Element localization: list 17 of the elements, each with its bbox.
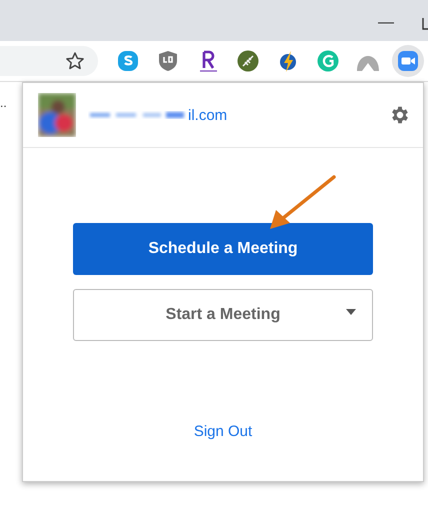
account-email: il.com <box>188 106 228 124</box>
schedule-meeting-button[interactable]: Schedule a Meeting <box>73 223 373 275</box>
pointer-arrow <box>268 175 338 231</box>
start-meeting-button[interactable]: Start a Meeting <box>73 289 373 341</box>
settings-icon[interactable] <box>389 104 411 126</box>
caret-icon <box>346 309 356 315</box>
skype-icon <box>116 49 140 73</box>
grammar-icon <box>316 49 340 73</box>
page-text: .. <box>0 96 7 110</box>
minimize-button[interactable]: — <box>378 14 394 32</box>
shield-icon <box>156 49 180 73</box>
restore-icon[interactable] <box>422 18 428 30</box>
zoom-extension-button[interactable] <box>392 45 424 77</box>
sign-out-link[interactable]: Sign Out <box>194 423 252 440</box>
camera-icon <box>396 49 420 73</box>
star-icon[interactable] <box>65 51 85 71</box>
address-bar[interactable] <box>0 46 98 76</box>
